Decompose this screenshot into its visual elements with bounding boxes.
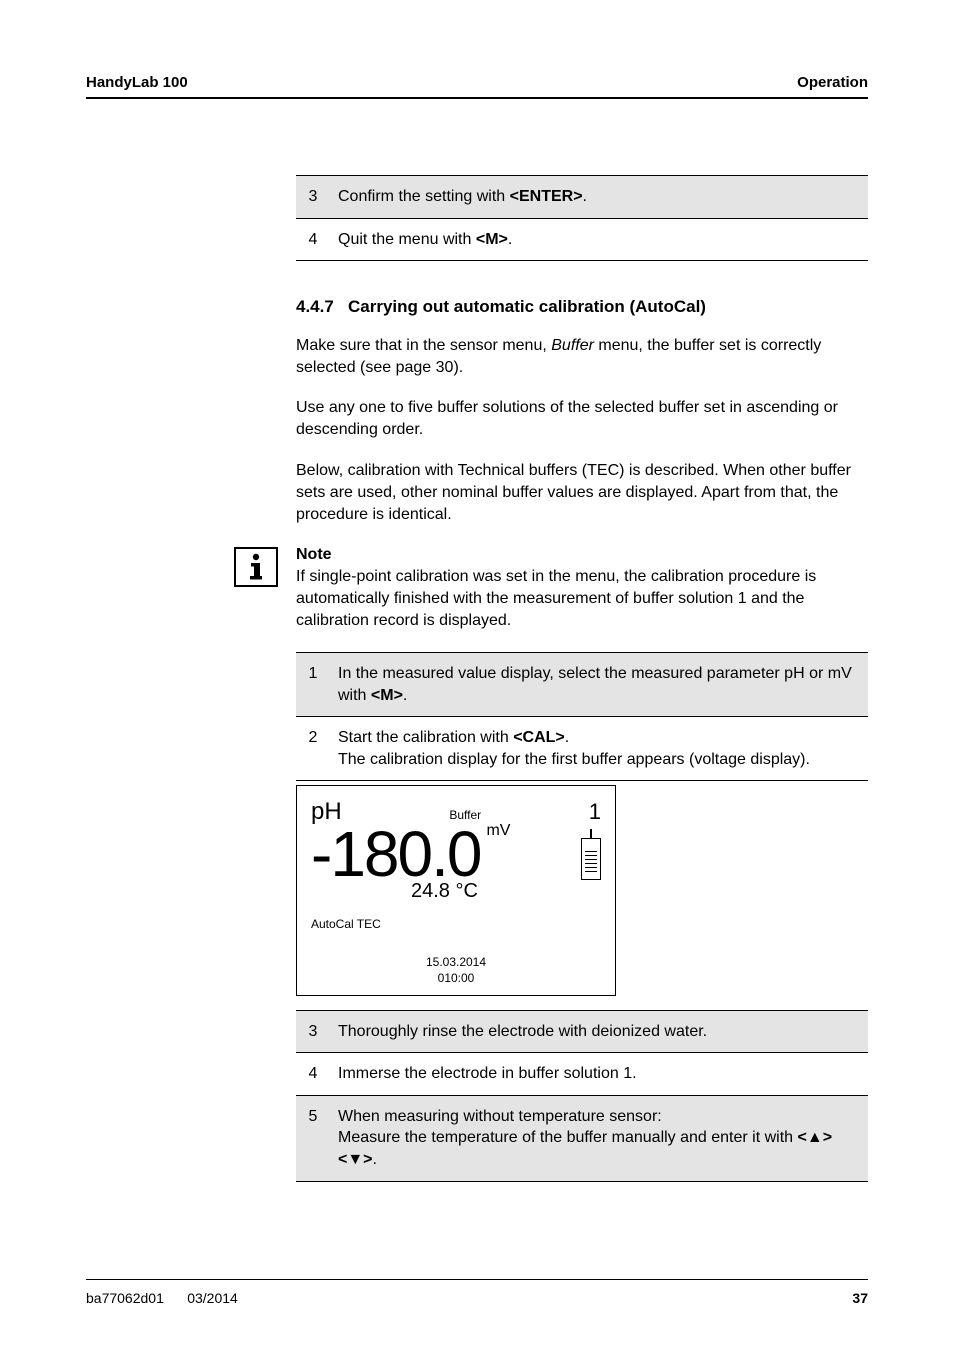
step-number: 4 — [296, 219, 330, 261]
note-block: Note If single-point calibration was set… — [234, 544, 868, 632]
lcd-reading: -180.0 — [311, 822, 480, 886]
step-row: 3 Confirm the setting with <ENTER>. — [296, 176, 868, 218]
footer-date: 03/2014 — [187, 1290, 238, 1306]
steps-block-c: 3 Thoroughly rinse the electrode with de… — [296, 1010, 868, 1182]
step-number: 3 — [296, 176, 330, 218]
header-rule — [86, 97, 868, 99]
step-number: 3 — [296, 1011, 330, 1053]
footer-docid: ba77062d01 — [86, 1290, 164, 1306]
key-cal: <CAL> — [513, 729, 565, 746]
step-text: Immerse the electrode in buffer solution… — [330, 1053, 868, 1095]
key-m: <M> — [476, 231, 508, 248]
step-text: Thoroughly rinse the electrode with deio… — [330, 1011, 868, 1053]
step-text: Confirm the setting with <ENTER>. — [330, 176, 868, 218]
step-number: 2 — [296, 717, 330, 780]
lcd-date: 15.03.2014 — [311, 955, 601, 971]
paragraph: Use any one to five buffer solutions of … — [296, 397, 868, 441]
note-heading: Note — [296, 544, 868, 566]
lcd-buffer-number: 1 — [589, 799, 601, 825]
step-number: 1 — [296, 653, 330, 716]
step-text: In the measured value display, select th… — [330, 653, 868, 716]
section-heading: 4.4.7 Carrying out automatic calibration… — [296, 297, 868, 317]
steps-block-a: 3 Confirm the setting with <ENTER>. 4 Qu… — [296, 175, 868, 261]
info-icon — [234, 547, 278, 587]
step-row: 1 In the measured value display, select … — [296, 653, 868, 716]
lcd-display: pH Buffer 1 -180.0 mV 24.8 °C AutoCal TE… — [296, 785, 616, 995]
key-enter: <ENTER> — [510, 188, 583, 205]
step-row: 4 Quit the menu with <M>. — [296, 219, 868, 261]
lcd-mode: AutoCal TEC — [311, 917, 601, 931]
step-text: Quit the menu with <M>. — [330, 219, 868, 261]
step-text: Start the calibration with <CAL>. The ca… — [330, 717, 868, 780]
page-footer: ba77062d01 03/2014 37 — [86, 1279, 868, 1306]
step-row: 2 Start the calibration with <CAL>. The … — [296, 717, 868, 780]
sensor-icon — [581, 838, 601, 880]
page-header: HandyLab 100 Operation — [86, 74, 868, 91]
lcd-temperature: 24.8 °C — [411, 880, 601, 903]
step-text: When measuring without temperature senso… — [330, 1096, 868, 1181]
header-right: Operation — [797, 74, 868, 91]
step-row: 3 Thoroughly rinse the electrode with de… — [296, 1011, 868, 1053]
lcd-time: 010:00 — [311, 971, 601, 987]
note-body: If single-point calibration was set in t… — [296, 566, 868, 632]
step-row: 5 When measuring without temperature sen… — [296, 1096, 868, 1181]
key-m: <M> — [371, 687, 403, 704]
paragraph: Make sure that in the sensor menu, Buffe… — [296, 335, 868, 379]
step-number: 5 — [296, 1096, 330, 1181]
paragraph: Below, calibration with Technical buffer… — [296, 460, 868, 526]
page-number: 37 — [852, 1290, 868, 1306]
lcd-unit: mV — [486, 822, 510, 840]
step-row: 4 Immerse the electrode in buffer soluti… — [296, 1053, 868, 1095]
step-number: 4 — [296, 1053, 330, 1095]
steps-block-b: 1 In the measured value display, select … — [296, 652, 868, 781]
header-left: HandyLab 100 — [86, 74, 188, 91]
